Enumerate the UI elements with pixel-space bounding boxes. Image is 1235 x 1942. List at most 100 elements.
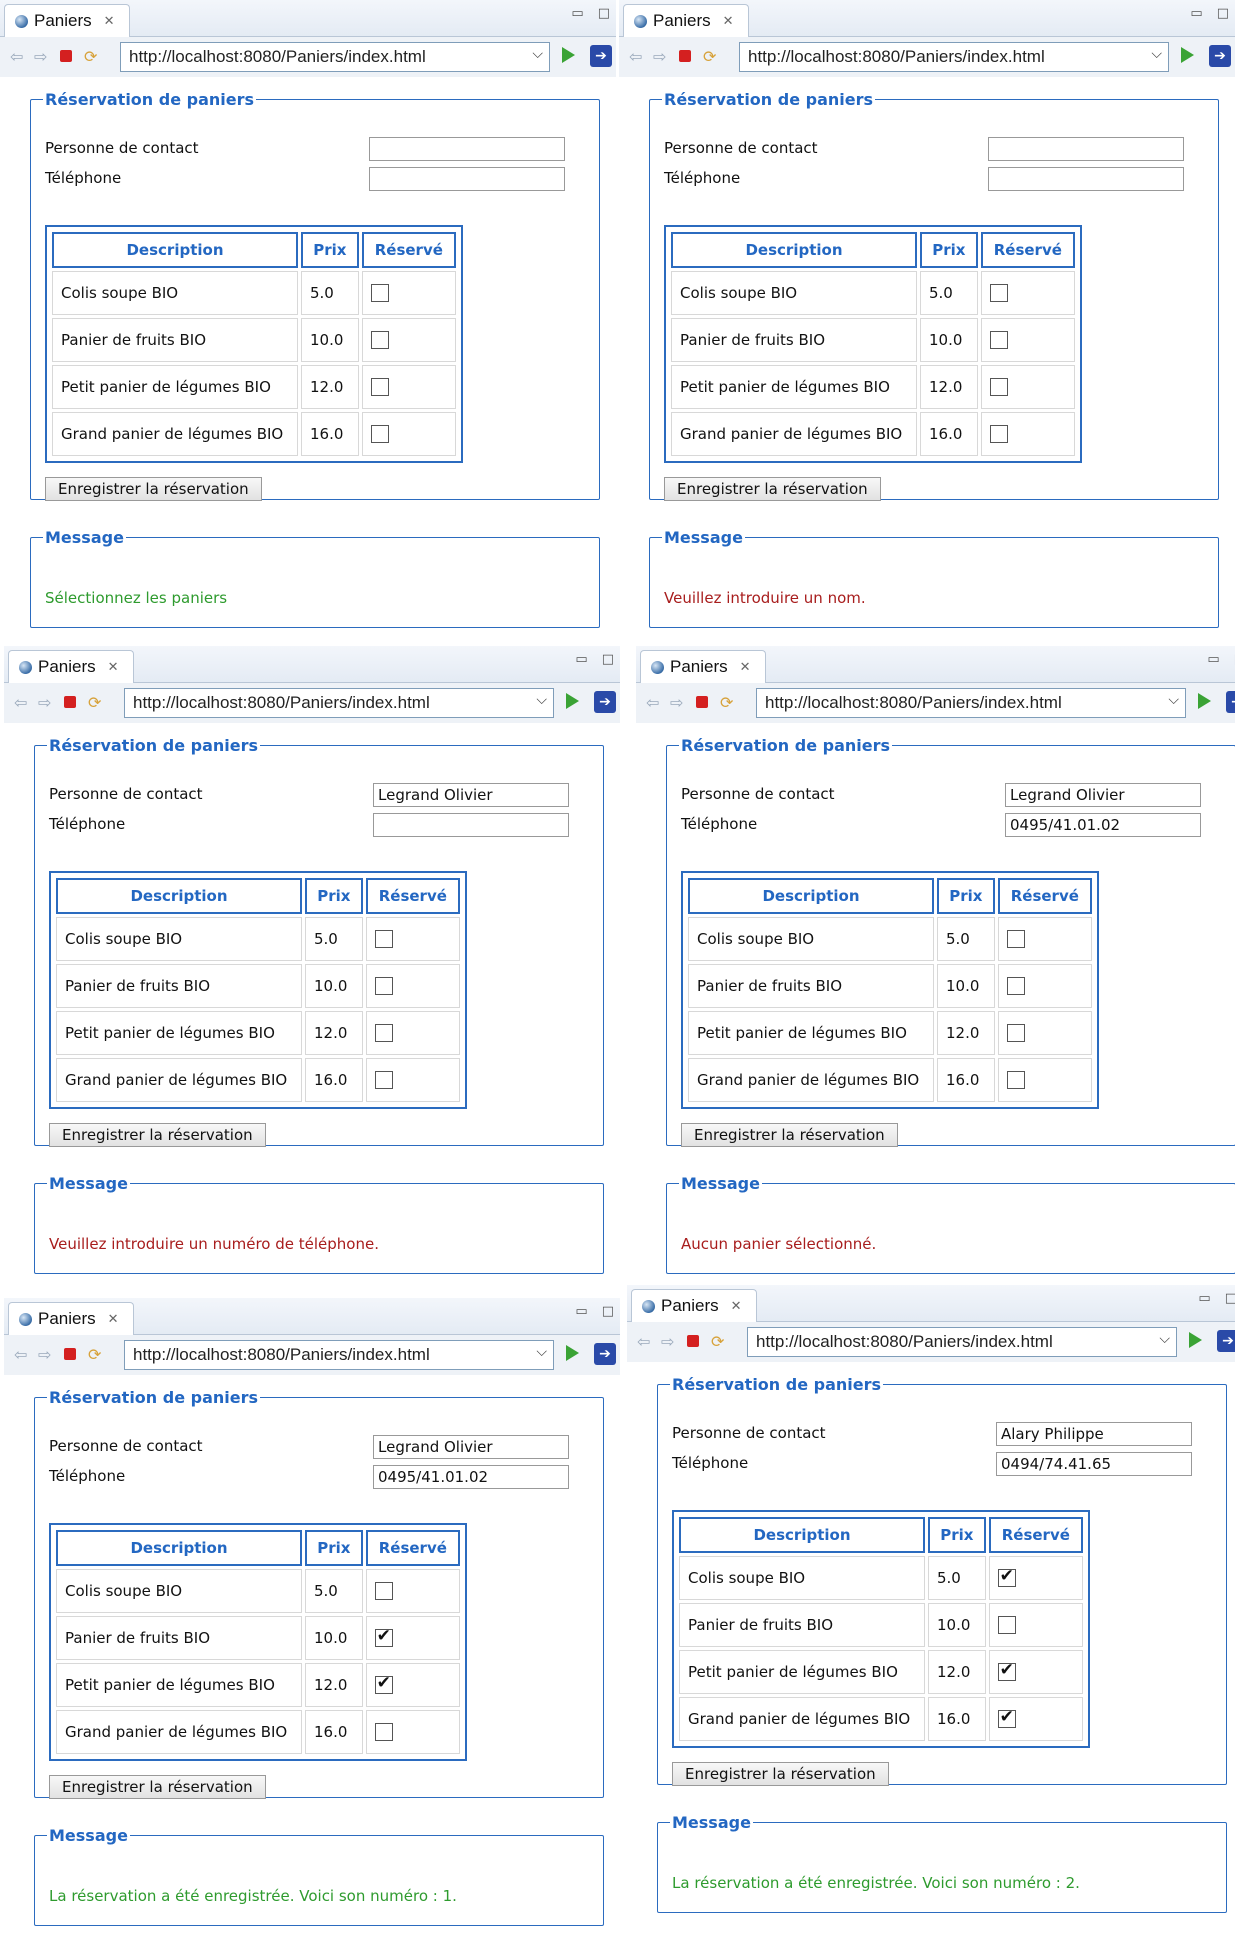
go-icon[interactable]: [566, 693, 579, 709]
contact-input[interactable]: Alary Philippe: [996, 1422, 1192, 1446]
save-reservation-button[interactable]: Enregistrer la réservation: [681, 1123, 898, 1147]
maximize-icon[interactable]: □: [1217, 6, 1229, 21]
back-icon[interactable]: ⇦: [637, 1334, 650, 1350]
tab-paniers[interactable]: Paniers ✕: [4, 4, 130, 37]
stop-icon[interactable]: [64, 1348, 76, 1360]
forward-icon[interactable]: ⇨: [661, 1334, 674, 1350]
save-reservation-button[interactable]: Enregistrer la réservation: [49, 1123, 266, 1147]
url-input[interactable]: http://localhost:8080/Paniers/index.html…: [747, 1327, 1177, 1357]
url-input[interactable]: http://localhost:8080/Paniers/index.html…: [120, 42, 550, 72]
reserved-checkbox[interactable]: [374, 930, 393, 949]
maximize-icon[interactable]: □: [1225, 1291, 1235, 1306]
reserved-checkbox[interactable]: [997, 1566, 1016, 1588]
phone-input[interactable]: [988, 167, 1184, 191]
close-tab-icon[interactable]: ✕: [723, 13, 734, 29]
forward-icon[interactable]: ⇨: [38, 695, 51, 711]
external-browser-icon[interactable]: ➔: [590, 45, 612, 67]
forward-icon[interactable]: ⇨: [670, 695, 683, 711]
url-input[interactable]: http://localhost:8080/Paniers/index.html…: [124, 1340, 554, 1370]
chevron-down-icon[interactable]: ⌵: [536, 691, 547, 708]
phone-input[interactable]: 0495/41.01.02: [373, 1465, 569, 1489]
refresh-icon[interactable]: ⟳: [88, 695, 101, 711]
close-tab-icon[interactable]: ✕: [731, 1298, 742, 1314]
forward-icon[interactable]: ⇨: [38, 1347, 51, 1363]
tab-paniers[interactable]: Paniers ✕: [8, 1302, 134, 1335]
phone-input[interactable]: 0494/74.41.65: [996, 1452, 1192, 1476]
minimize-icon[interactable]: ▭: [575, 652, 587, 667]
refresh-icon[interactable]: ⟳: [703, 49, 716, 65]
reserved-checkbox[interactable]: [374, 1723, 393, 1742]
reserved-checkbox[interactable]: [989, 284, 1008, 303]
reserved-checkbox[interactable]: [997, 1707, 1016, 1729]
chevron-down-icon[interactable]: ⌵: [1168, 691, 1179, 708]
reserved-checkbox[interactable]: [374, 977, 393, 996]
minimize-icon[interactable]: ▭: [1207, 652, 1219, 667]
back-icon[interactable]: ⇦: [14, 695, 27, 711]
reserved-checkbox[interactable]: [997, 1660, 1016, 1682]
maximize-icon[interactable]: □: [602, 652, 614, 667]
stop-icon[interactable]: [60, 50, 72, 62]
close-tab-icon[interactable]: ✕: [108, 659, 119, 675]
tab-paniers[interactable]: Paniers ✕: [623, 4, 749, 37]
go-icon[interactable]: [566, 1345, 579, 1361]
external-browser-icon[interactable]: ➔: [594, 1343, 616, 1365]
phone-input[interactable]: [373, 813, 569, 837]
back-icon[interactable]: ⇦: [14, 1347, 27, 1363]
reserved-checkbox[interactable]: [374, 1626, 393, 1648]
close-tab-icon[interactable]: ✕: [740, 659, 751, 675]
chevron-down-icon[interactable]: ⌵: [1151, 45, 1162, 62]
reserved-checkbox[interactable]: [370, 378, 389, 397]
reserved-checkbox[interactable]: [989, 425, 1008, 444]
save-reservation-button[interactable]: Enregistrer la réservation: [45, 477, 262, 501]
reserved-checkbox[interactable]: [1006, 1071, 1025, 1090]
refresh-icon[interactable]: ⟳: [84, 49, 97, 65]
reserved-checkbox[interactable]: [1006, 977, 1025, 996]
tab-paniers[interactable]: Paniers ✕: [640, 650, 766, 683]
go-icon[interactable]: [1198, 693, 1211, 709]
external-browser-icon[interactable]: ➔: [1209, 45, 1231, 67]
close-tab-icon[interactable]: ✕: [104, 13, 115, 29]
reserved-checkbox[interactable]: [370, 425, 389, 444]
go-icon[interactable]: [1189, 1332, 1202, 1348]
chevron-down-icon[interactable]: ⌵: [536, 1343, 547, 1360]
stop-icon[interactable]: [696, 696, 708, 708]
reserved-checkbox[interactable]: [989, 331, 1008, 350]
stop-icon[interactable]: [687, 1335, 699, 1347]
phone-input[interactable]: 0495/41.01.02: [1005, 813, 1201, 837]
contact-input[interactable]: Legrand Olivier: [1005, 783, 1201, 807]
reserved-checkbox[interactable]: [989, 378, 1008, 397]
save-reservation-button[interactable]: Enregistrer la réservation: [664, 477, 881, 501]
go-icon[interactable]: [562, 47, 575, 63]
external-browser-icon[interactable]: ➔: [1226, 691, 1235, 713]
url-input[interactable]: http://localhost:8080/Paniers/index.html…: [124, 688, 554, 718]
tab-paniers[interactable]: Paniers ✕: [631, 1289, 757, 1322]
url-input[interactable]: http://localhost:8080/Paniers/index.html…: [756, 688, 1186, 718]
phone-input[interactable]: [369, 167, 565, 191]
reserved-checkbox[interactable]: [370, 284, 389, 303]
back-icon[interactable]: ⇦: [10, 49, 23, 65]
back-icon[interactable]: ⇦: [629, 49, 642, 65]
refresh-icon[interactable]: ⟳: [720, 695, 733, 711]
reserved-checkbox[interactable]: [374, 1673, 393, 1695]
reserved-checkbox[interactable]: [1006, 930, 1025, 949]
maximize-icon[interactable]: □: [602, 1304, 614, 1319]
reserved-checkbox[interactable]: [370, 331, 389, 350]
reserved-checkbox[interactable]: [1006, 1024, 1025, 1043]
reserved-checkbox[interactable]: [374, 1582, 393, 1601]
contact-input[interactable]: Legrand Olivier: [373, 783, 569, 807]
reserved-checkbox[interactable]: [374, 1071, 393, 1090]
minimize-icon[interactable]: ▭: [1198, 1291, 1210, 1306]
reserved-checkbox[interactable]: [374, 1024, 393, 1043]
external-browser-icon[interactable]: ➔: [594, 691, 616, 713]
refresh-icon[interactable]: ⟳: [711, 1334, 724, 1350]
go-icon[interactable]: [1181, 47, 1194, 63]
minimize-icon[interactable]: ▭: [1190, 6, 1202, 21]
minimize-icon[interactable]: ▭: [575, 1304, 587, 1319]
chevron-down-icon[interactable]: ⌵: [1159, 1330, 1170, 1347]
forward-icon[interactable]: ⇨: [34, 49, 47, 65]
chevron-down-icon[interactable]: ⌵: [532, 45, 543, 62]
reserved-checkbox[interactable]: [997, 1616, 1016, 1635]
stop-icon[interactable]: [679, 50, 691, 62]
save-reservation-button[interactable]: Enregistrer la réservation: [49, 1775, 266, 1799]
contact-input[interactable]: Legrand Olivier: [373, 1435, 569, 1459]
